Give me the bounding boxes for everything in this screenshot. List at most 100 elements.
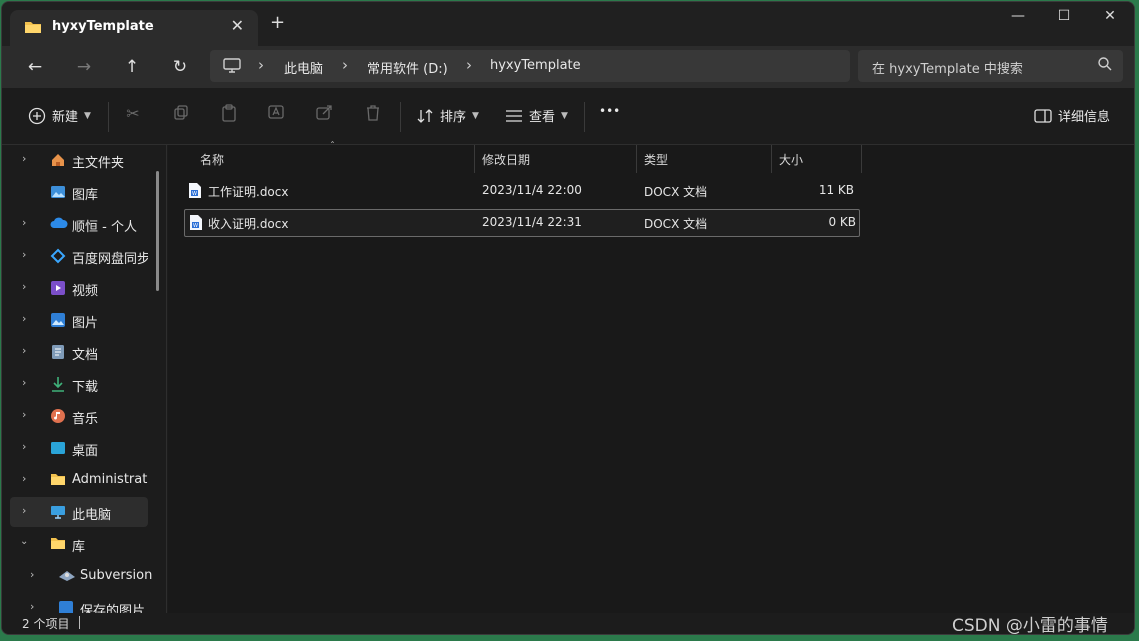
sidebar-item-label: Subversion: [80, 568, 153, 583]
pc-icon: [50, 504, 66, 520]
sidebar-item-label: 主文件夹: [72, 156, 125, 171]
copy-icon[interactable]: [170, 104, 192, 126]
address-bar[interactable]: › 此电脑 › 常用软件 (D:) › hyxyTemplate: [210, 50, 850, 82]
column-divider[interactable]: [771, 145, 772, 173]
chevron-right-icon[interactable]: ›: [22, 440, 26, 453]
sidebar-item-pictures[interactable]: › 图片: [10, 305, 148, 335]
view-icon: [506, 109, 522, 122]
item-count: 2 个项目: [22, 617, 70, 631]
sidebar-item-music[interactable]: › 音乐: [10, 401, 148, 431]
sort-button[interactable]: 排序 ▼: [416, 106, 479, 125]
word-document-icon: W: [189, 214, 203, 235]
sort-label: 排序: [440, 110, 467, 125]
file-type: DOCX 文档: [644, 217, 708, 231]
details-pane-icon: [1034, 108, 1052, 123]
chevron-right-icon[interactable]: ›: [22, 248, 26, 261]
tab-title: hyxyTemplate: [52, 19, 154, 34]
plus-circle-icon: [28, 107, 46, 124]
divider: [108, 102, 109, 132]
sidebar-item-administrator[interactable]: › Administrator: [10, 465, 148, 495]
tab-hyxytemplate[interactable]: hyxyTemplate ✕: [10, 10, 258, 46]
search-icon[interactable]: [1097, 56, 1113, 76]
chevron-down-icon[interactable]: ⌄: [20, 536, 28, 547]
column-header-type[interactable]: 类型: [644, 151, 668, 168]
navigation-bar: ← → ↑ ↻ › 此电脑 › 常用软件 (D:) › hyxyTemplate…: [2, 46, 1134, 88]
chevron-right-icon[interactable]: ›: [30, 568, 34, 581]
breadcrumb-drive-d[interactable]: 常用软件 (D:): [367, 58, 448, 77]
breadcrumb-hyxytemplate[interactable]: hyxyTemplate: [490, 58, 581, 73]
sidebar-item-label: 顺恒 - 个人: [72, 220, 137, 235]
chevron-right-icon: ›: [466, 56, 472, 74]
sidebar-item-label: 视频: [72, 284, 99, 299]
delete-icon[interactable]: [362, 104, 384, 126]
chevron-right-icon[interactable]: ›: [22, 472, 26, 485]
sidebar-item-saved-pictures[interactable]: › 保存的图片: [10, 593, 148, 613]
sidebar-item-documents[interactable]: › 文档: [10, 337, 148, 367]
new-button[interactable]: 新建 ▼: [28, 106, 91, 125]
sidebar-item-label: 图库: [72, 188, 99, 203]
file-row[interactable]: W 收入证明.docx 2023/11/4 22:31 DOCX 文档 0 KB: [184, 209, 860, 237]
sidebar-item-downloads[interactable]: › 下载: [10, 369, 148, 399]
sidebar-item-gallery[interactable]: 图库: [10, 177, 148, 207]
sidebar-item-label: 保存的图片: [80, 604, 146, 613]
file-row[interactable]: W 工作证明.docx 2023/11/4 22:00 DOCX 文档 11 K…: [184, 178, 858, 204]
sidebar-item-this-pc[interactable]: › 此电脑: [10, 497, 148, 527]
search-box[interactable]: 在 hyxyTemplate 中搜索: [858, 50, 1123, 82]
paste-icon[interactable]: [218, 104, 240, 126]
sidebar-item-desktop[interactable]: › 桌面: [10, 433, 148, 463]
column-header-modified[interactable]: 修改日期: [482, 151, 530, 168]
chevron-right-icon[interactable]: ›: [22, 344, 26, 357]
details-pane-button[interactable]: 详细信息: [1034, 106, 1110, 125]
sidebar-item-home[interactable]: › 主文件夹: [10, 145, 148, 175]
chevron-right-icon: ›: [342, 56, 348, 74]
chevron-right-icon[interactable]: ›: [22, 504, 26, 517]
sidebar-item-onedrive[interactable]: › 顺恒 - 个人: [10, 209, 148, 239]
column-header-size[interactable]: 大小: [779, 151, 803, 168]
sidebar-item-libraries[interactable]: ⌄ 库: [10, 529, 148, 559]
sidebar-item-label: 文档: [72, 348, 99, 363]
rename-icon[interactable]: [266, 104, 288, 126]
up-button[interactable]: ↑: [119, 54, 145, 80]
new-tab-button[interactable]: +: [270, 12, 285, 33]
file-type: DOCX 文档: [644, 185, 708, 199]
column-divider[interactable]: [474, 145, 475, 173]
forward-button[interactable]: →: [71, 54, 97, 80]
chevron-right-icon[interactable]: ›: [22, 408, 26, 421]
close-tab-button[interactable]: ✕: [231, 16, 244, 35]
chevron-right-icon[interactable]: ›: [22, 376, 26, 389]
documents-icon: [50, 344, 66, 360]
maximize-button[interactable]: ☐: [1044, 8, 1084, 28]
column-divider[interactable]: [636, 145, 637, 173]
folder-icon: [24, 19, 42, 39]
file-size: 11 KB: [818, 183, 854, 197]
sidebar-scrollbar[interactable]: [156, 171, 159, 291]
sidebar-item-videos[interactable]: › 视频: [10, 273, 148, 303]
breadcrumb-this-pc[interactable]: 此电脑: [284, 58, 323, 77]
pictures-icon: [50, 312, 66, 328]
chevron-right-icon[interactable]: ›: [22, 280, 26, 293]
column-header-name[interactable]: 名称: [200, 151, 224, 168]
file-name: 工作证明.docx: [208, 185, 289, 199]
sidebar-item-label: 音乐: [72, 412, 99, 427]
minimize-button[interactable]: —: [998, 8, 1038, 28]
share-icon[interactable]: [314, 104, 336, 126]
sidebar-item-label: 下载: [72, 380, 99, 395]
cut-icon[interactable]: ✂: [122, 104, 144, 126]
close-window-button[interactable]: ✕: [1090, 8, 1130, 28]
chevron-right-icon[interactable]: ›: [22, 152, 26, 165]
more-options-button[interactable]: •••: [599, 104, 620, 118]
sort-ascending-icon: ˆ: [330, 141, 335, 152]
view-button[interactable]: 查看 ▼: [505, 106, 568, 125]
refresh-button[interactable]: ↻: [167, 54, 193, 80]
chevron-right-icon[interactable]: ›: [30, 600, 34, 613]
back-button[interactable]: ←: [22, 54, 48, 80]
word-document-icon: W: [188, 182, 202, 203]
chevron-right-icon[interactable]: ›: [22, 216, 26, 229]
sidebar-item-baidu[interactable]: › 百度网盘同步空间: [10, 241, 148, 271]
svg-text:W: W: [193, 223, 198, 229]
chevron-right-icon[interactable]: ›: [22, 312, 26, 325]
column-divider[interactable]: [861, 145, 862, 173]
divider: [79, 616, 80, 629]
sidebar-item-subversion[interactable]: › Subversion: [10, 561, 152, 591]
navigation-pane: › 主文件夹 图库 › 顺恒 - 个人 › 百度网盘同步空间 › 视频 › 图片: [2, 145, 167, 613]
